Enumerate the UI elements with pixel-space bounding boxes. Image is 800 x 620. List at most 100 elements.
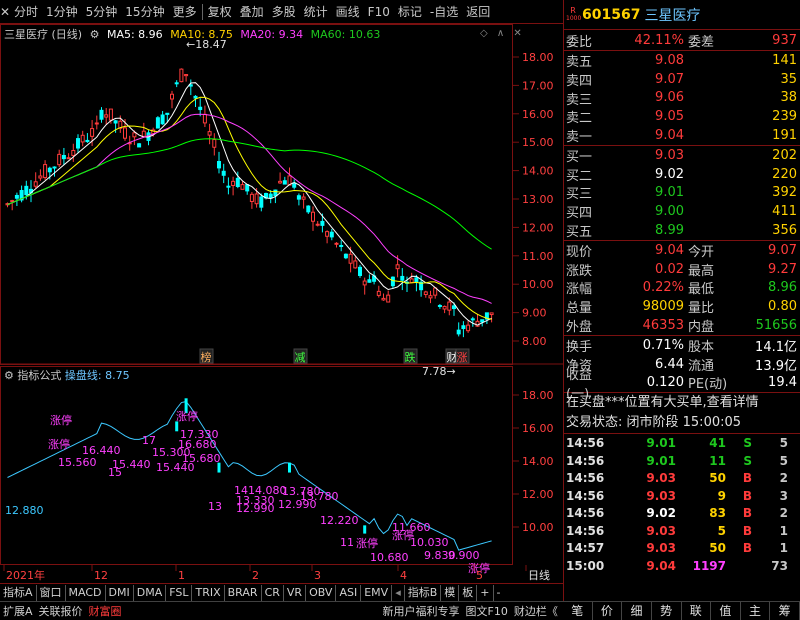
bid-row[interactable]: 买五 8.99 356: [564, 221, 800, 240]
tick-side: S: [743, 436, 752, 451]
toolbar-btn-15min[interactable]: 15分钟: [121, 1, 168, 23]
toolbar-btn-stats[interactable]: 统计: [300, 1, 332, 23]
indicator-axis-label: 18.00: [522, 389, 554, 402]
tick-volume: 1197: [692, 558, 726, 573]
tab-macd[interactable]: MACD: [66, 584, 106, 601]
panel-tab[interactable]: 细: [622, 602, 652, 620]
level-price: 9.03: [655, 147, 684, 163]
tick-price: 9.01: [646, 436, 676, 451]
tab-indicator-a[interactable]: 指标A: [0, 584, 37, 601]
panel-tab[interactable]: 值: [711, 602, 741, 620]
panel-tab[interactable]: 筹: [770, 602, 800, 620]
toolbar-btn-multi-stock[interactable]: 多股: [268, 1, 300, 23]
bid-row[interactable]: 买四 9.00 411: [564, 202, 800, 221]
bid-row[interactable]: 买二 9.02 220: [564, 165, 800, 184]
toolbar-btn-5min[interactable]: 5分钟: [82, 1, 122, 23]
candle-body: [160, 114, 165, 125]
gear-icon[interactable]: ⚙: [4, 369, 14, 382]
tab-dma[interactable]: DMA: [134, 584, 167, 601]
ask-row[interactable]: 卖三 9.06 38: [564, 89, 800, 107]
bid-row[interactable]: 买三 9.01 392: [564, 184, 800, 202]
quote-row: 现价 9.04 今开 9.07: [564, 241, 800, 260]
panel-tab[interactable]: 主: [741, 602, 771, 620]
tab-brar[interactable]: BRAR: [225, 584, 262, 601]
tab-board[interactable]: 板: [459, 584, 478, 601]
close-icon[interactable]: ✕: [0, 5, 10, 19]
tab-asi[interactable]: ASI: [336, 584, 362, 601]
level-volume: 411: [772, 204, 797, 220]
tab-trix[interactable]: TRIX: [192, 584, 225, 601]
panel-tab[interactable]: 联: [682, 602, 712, 620]
ask-row[interactable]: 卖五 9.08 141: [564, 51, 800, 70]
quote-label: 总量: [566, 301, 593, 317]
kline-chart-area[interactable]: 18.00 17.00 16.00 15.00 14.00 13.00 12.00 11.00…: [0, 24, 563, 582]
status-f10-graphic[interactable]: 图文F10: [463, 603, 511, 619]
ask-row[interactable]: 卖二 9.05 239: [564, 107, 800, 126]
chevron-up-icon[interactable]: ∧: [497, 28, 504, 39]
ask-row[interactable]: 卖四 9.07 35: [564, 70, 800, 89]
tab-cr[interactable]: CR: [262, 584, 284, 601]
stock-name[interactable]: 三星医疗: [644, 5, 700, 25]
quote-row: 涨跌 0.02 最高 9.27: [564, 260, 800, 279]
candle-body: [52, 166, 57, 169]
tab-obv[interactable]: OBV: [306, 584, 337, 601]
indicator-legend: ⚙ 指标公式 操盘线: 8.75: [4, 367, 130, 383]
tab-vr[interactable]: VR: [284, 584, 307, 601]
bid-row[interactable]: 买一 9.03 202: [564, 146, 800, 165]
toolbar-btn-overlay[interactable]: 叠加: [236, 1, 268, 23]
status-sidebar-toggle[interactable]: 财边栏《: [511, 603, 561, 619]
tick-time: 14:56: [566, 506, 605, 521]
price-axis-label: 8.00: [522, 335, 547, 348]
toolbar-btn-watchlist[interactable]: -自选: [426, 1, 462, 23]
level-volume: 356: [772, 223, 797, 239]
gear-icon[interactable]: ⚙: [90, 28, 100, 41]
candle-body: [414, 277, 419, 283]
candle-body: [99, 109, 104, 120]
panel-tab[interactable]: 势: [652, 602, 682, 620]
panel-tab[interactable]: 笔: [563, 602, 593, 620]
toolbar-btn-mark[interactable]: 标记: [394, 1, 426, 23]
kline-chart-svg[interactable]: 18.0017.0016.0015.0014.0013.0012.0011.00…: [0, 24, 563, 584]
quote-label: 量比: [688, 301, 715, 317]
candle-body: [221, 170, 226, 176]
close-icon[interactable]: ✕: [513, 28, 521, 39]
candle-body: [231, 180, 236, 186]
tab-dmi[interactable]: DMI: [106, 584, 134, 601]
diamond-icon[interactable]: ◇: [480, 28, 488, 39]
status-new-user-promo[interactable]: 新用户福利专享: [380, 603, 463, 619]
zoom-in-button[interactable]: +: [477, 584, 494, 601]
tab-emv[interactable]: EMV: [361, 584, 393, 601]
tab-indicator-b[interactable]: 指标B: [405, 584, 442, 601]
low-annotation: 7.78→: [422, 365, 456, 378]
tab-template[interactable]: 模: [441, 584, 460, 601]
candle-body: [329, 231, 334, 238]
candle-body: [376, 290, 381, 296]
toolbar-btn-timeshare[interactable]: 分时: [10, 1, 42, 23]
tick-price: 9.03: [646, 541, 676, 556]
ask-row[interactable]: 卖一 9.04 191: [564, 126, 800, 145]
toolbar-btn-1min[interactable]: 1分钟: [42, 1, 82, 23]
candle-body: [141, 130, 146, 137]
big-order-notice[interactable]: 在买盘***位置有大买单,查看详情: [564, 393, 800, 413]
candle-body: [311, 211, 315, 222]
scroll-left-icon[interactable]: ◂: [392, 584, 405, 601]
status-expand-a[interactable]: 扩展A: [0, 603, 36, 619]
quote-label: 最低: [688, 282, 715, 298]
r-badge: R 1000: [566, 6, 581, 23]
toolbar-btn-more[interactable]: 更多: [169, 1, 201, 23]
tab-fsl[interactable]: FSL: [166, 584, 193, 601]
toolbar-btn-f10[interactable]: F10: [364, 1, 394, 23]
toolbar-btn-draw-line[interactable]: 画线: [332, 1, 364, 23]
panel-tab[interactable]: 价: [593, 602, 623, 620]
candle-body: [343, 253, 348, 259]
quote-value: 98009: [642, 299, 684, 315]
toolbar-btn-back[interactable]: 返回: [462, 1, 494, 23]
tab-window[interactable]: 窗口: [37, 584, 66, 601]
candle-body: [315, 223, 320, 226]
status-related-quotes[interactable]: 关联报价: [36, 603, 86, 619]
toolbar-btn-restore-rights[interactable]: 复权: [204, 1, 236, 23]
zoom-out-button[interactable]: -: [494, 585, 504, 601]
status-wealth-circle[interactable]: 财富圈: [86, 603, 125, 619]
indicator-name[interactable]: 指标公式: [17, 369, 61, 382]
tick-count: 1: [779, 523, 788, 538]
